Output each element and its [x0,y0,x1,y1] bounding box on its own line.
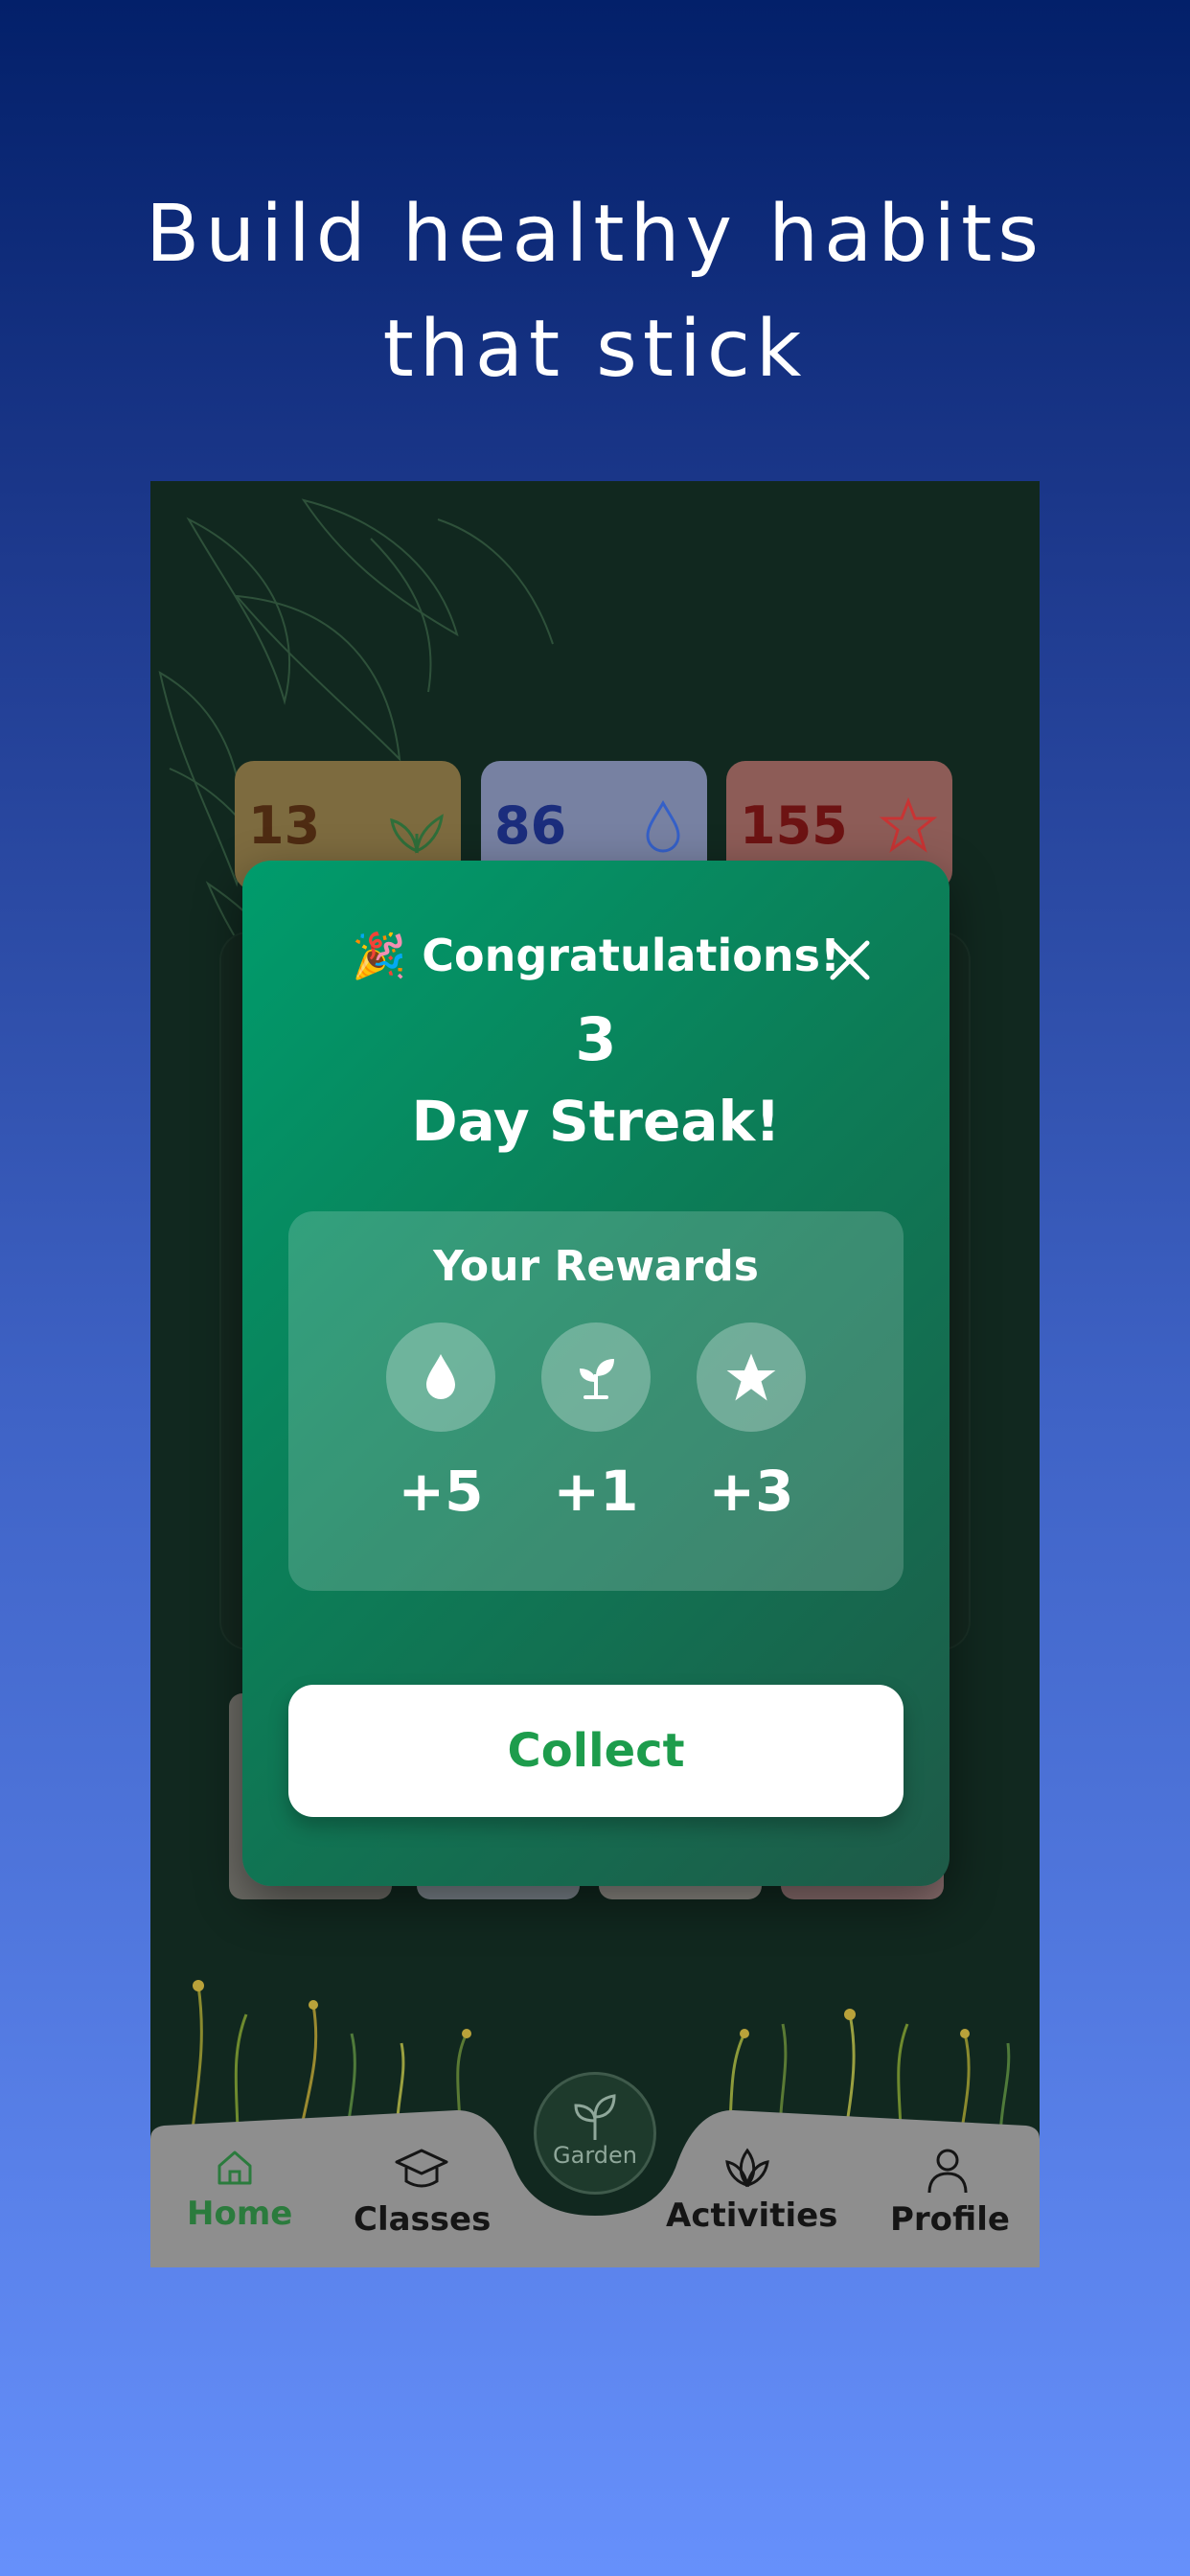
star-icon [726,1353,776,1401]
leaf-count: 13 [248,795,321,856]
streak-number: 3 [575,1004,617,1074]
reward-sprout-value: +1 [553,1459,639,1524]
nav-classes[interactable]: Classes [354,2147,492,2239]
streak-text: Day Streak! [411,1089,781,1154]
marketing-headline: Build healthy habits that stick [0,177,1190,407]
graduation-cap-icon [395,2149,448,2188]
sprout-icon [574,2094,616,2140]
nav-home-label: Home [187,2195,293,2233]
close-icon[interactable] [829,939,871,981]
garden-button[interactable]: Garden [534,2072,656,2195]
sprout-icon [580,1359,614,1399]
phone-screen: 13 86 155 🎉 Congratulations! 3 Day Strea… [150,481,1040,2267]
reward-star-value: +3 [708,1459,794,1524]
rewards-panel: Your Rewards +5 +1 +3 [288,1211,904,1591]
drop-icon [646,799,680,853]
streak-reward-modal: 🎉 Congratulations! 3 Day Streak! Your Re… [242,861,950,1886]
nav-classes-label: Classes [354,2200,492,2239]
lotus-icon [725,2148,769,2188]
leaf-icon [390,814,444,854]
reward-water-value: +5 [398,1459,484,1524]
collect-button[interactable]: Collect [288,1685,904,1817]
user-icon [927,2149,968,2194]
reward-star [697,1322,806,1432]
star-icon [879,796,938,853]
rewards-title: Your Rewards [433,1242,759,1291]
nav-home[interactable]: Home [187,2147,292,2233]
star-count: 155 [740,795,848,856]
nav-profile[interactable]: Profile [890,2147,1010,2239]
headline-line-2: that stick [382,304,808,395]
headline-line-1: Build healthy habits [146,189,1044,280]
garden-label: Garden [553,2142,637,2169]
nav-activities-label: Activities [666,2196,838,2235]
reward-water [386,1322,495,1432]
nav-activities[interactable]: Activities [666,2147,837,2235]
home-icon [217,2150,252,2185]
nav-profile-label: Profile [890,2200,1010,2239]
drop-icon [426,1354,455,1399]
water-count: 86 [494,795,567,856]
reward-sprout [541,1322,651,1432]
